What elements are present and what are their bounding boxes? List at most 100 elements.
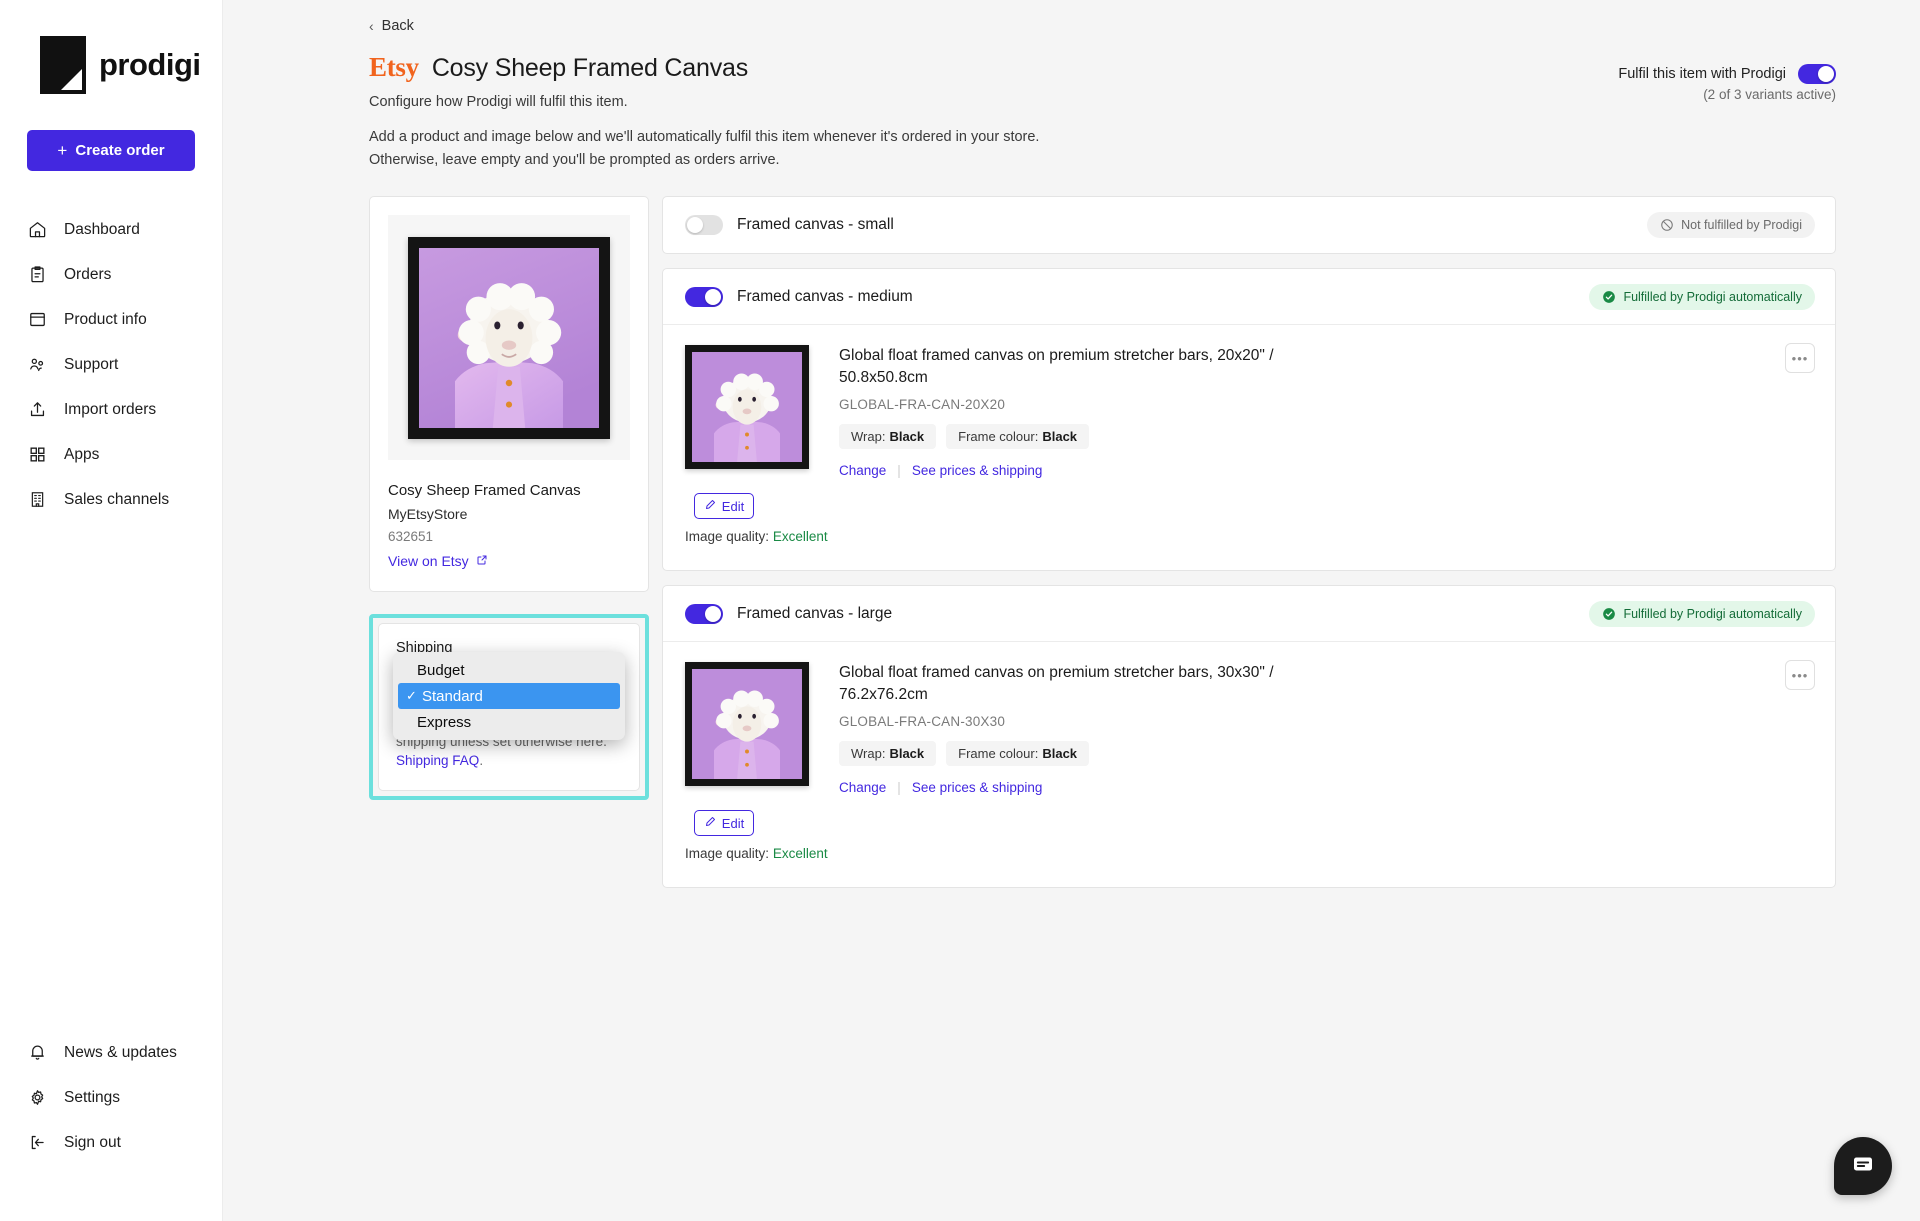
variant-name: Framed canvas - large xyxy=(737,604,893,622)
attribute-value: Black xyxy=(889,428,925,444)
sidebar-item-label: Product info xyxy=(64,310,147,328)
variant-toggle-small[interactable] xyxy=(685,215,723,236)
variant-thumbnail[interactable] xyxy=(685,345,809,470)
variant-toggle-large[interactable] xyxy=(685,603,723,624)
sidebar-item-apps[interactable]: Apps xyxy=(0,432,222,477)
status-badge-fulfilled: Fulfilled by Prodigi automatically xyxy=(1589,283,1815,310)
variant-overflow-menu-medium[interactable]: ••• xyxy=(1785,343,1815,374)
shipping-option-standard[interactable]: ✓ Standard xyxy=(398,683,620,710)
shipping-option-label: Express xyxy=(417,713,472,731)
sidebar-item-orders[interactable]: Orders xyxy=(0,252,222,297)
back-label: Back xyxy=(381,18,414,34)
attribute-frame-colour: Frame colour: Black xyxy=(946,423,1090,449)
sidebar-item-label: Support xyxy=(64,355,119,373)
sidebar-item-support[interactable]: Support xyxy=(0,342,222,387)
variant-product-title: Global float framed canvas on premium st… xyxy=(839,664,1274,703)
shipping-dropdown-menu[interactable]: Budget ✓ Standard Express xyxy=(393,652,625,741)
image-quality-medium: Image quality: Excellent xyxy=(685,529,828,545)
variant-body: Edit Image quality: Excellent Global flo… xyxy=(663,325,1835,570)
product-image-box xyxy=(388,215,630,461)
sidebar-item-sign-out[interactable]: Sign out xyxy=(0,1120,222,1165)
sheep-artwork xyxy=(419,247,599,428)
plus-icon: + xyxy=(57,141,68,160)
link-separator: | xyxy=(897,462,901,478)
variant-thumbnail[interactable] xyxy=(685,662,809,787)
building-icon xyxy=(27,490,47,510)
sidebar-item-label: News & updates xyxy=(64,1043,177,1061)
sidebar-item-news-updates[interactable]: News & updates xyxy=(0,1030,222,1075)
chat-icon xyxy=(1851,1152,1875,1181)
sidebar-item-label: Sales channels xyxy=(64,490,170,508)
create-order-button[interactable]: + Create order xyxy=(27,130,195,171)
variant-overflow-menu-large[interactable]: ••• xyxy=(1785,660,1815,691)
variant-info: Global float framed canvas on premium st… xyxy=(817,662,1813,861)
sidebar-item-sales-channels[interactable]: Sales channels xyxy=(0,477,222,522)
back-button[interactable]: ‹ Back xyxy=(369,18,414,34)
attribute-key: Frame colour: xyxy=(958,745,1039,761)
see-prices-shipping-link-medium[interactable]: See prices & shipping xyxy=(912,463,1043,478)
edit-image-button-medium[interactable]: Edit xyxy=(694,493,754,520)
status-badge-label: Fulfilled by Prodigi automatically xyxy=(1623,289,1802,304)
shipping-option-budget[interactable]: Budget xyxy=(393,657,625,683)
sidebar-item-import-orders[interactable]: Import orders xyxy=(0,387,222,432)
shipping-faq-link[interactable]: Shipping FAQ xyxy=(396,753,479,768)
change-product-link-medium[interactable]: Change xyxy=(839,463,886,478)
page-title-row: Etsy Cosy Sheep Framed Canvas xyxy=(369,52,1836,83)
people-icon xyxy=(27,355,47,375)
change-product-link-large[interactable]: Change xyxy=(839,780,886,795)
sidebar-item-label: Apps xyxy=(64,445,100,463)
status-badge-fulfilled: Fulfilled by Prodigi automatically xyxy=(1589,600,1815,627)
variant-card-medium: Framed canvas - medium Fulfilled by Prod… xyxy=(662,268,1836,572)
archive-icon xyxy=(27,310,47,330)
sign-out-icon xyxy=(27,1133,47,1153)
chat-support-button[interactable] xyxy=(1834,1137,1892,1195)
app-root: prodigi + Create order Dashboard Orders xyxy=(0,0,1920,1221)
sidebar-item-settings[interactable]: Settings xyxy=(0,1075,222,1120)
image-quality-label: Image quality: xyxy=(685,846,770,862)
bell-icon xyxy=(27,1043,47,1063)
sidebar-item-label: Dashboard xyxy=(64,220,140,238)
shipping-option-express[interactable]: Express xyxy=(393,709,625,735)
image-quality-label: Image quality: xyxy=(685,529,770,545)
product-id: 632651 xyxy=(388,529,434,545)
page-content: ‹ Back Etsy Cosy Sheep Framed Canvas Con… xyxy=(223,0,1920,902)
external-link-icon xyxy=(476,553,488,569)
shipping-highlight-frame: Shipping Standard All Etsy products use … xyxy=(369,614,649,800)
sidebar-item-label: Import orders xyxy=(64,400,157,418)
image-quality-large: Image quality: Excellent xyxy=(685,846,828,862)
variant-product-title: Global float framed canvas on premium st… xyxy=(839,347,1274,386)
attribute-wrap: Wrap: Black xyxy=(839,423,937,449)
sidebar-item-dashboard[interactable]: Dashboard xyxy=(0,207,222,252)
see-prices-shipping-link-large[interactable]: See prices & shipping xyxy=(912,780,1043,795)
variant-attributes: Wrap: Black Frame colour: Black xyxy=(839,423,1813,449)
sidebar-item-label: Settings xyxy=(64,1088,121,1106)
no-entry-icon xyxy=(1660,218,1674,232)
page-subtitle: Configure how Prodigi will fulfil this i… xyxy=(369,94,628,110)
edit-pencil-icon xyxy=(704,816,716,831)
sidebar-item-product-info[interactable]: Product info xyxy=(0,297,222,342)
brand-logo[interactable]: prodigi xyxy=(0,0,222,94)
content-columns: Cosy Sheep Framed Canvas MyEtsyStore 632… xyxy=(369,196,1836,902)
status-badge-not-fulfilled: Not fulfilled by Prodigi xyxy=(1647,212,1815,239)
view-on-etsy-link[interactable]: View on Etsy xyxy=(388,553,488,569)
status-badge-label: Not fulfilled by Prodigi xyxy=(1681,218,1802,233)
more-options-icon: ••• xyxy=(1791,667,1809,683)
variant-header: Framed canvas - large Fulfilled by Prodi… xyxy=(663,586,1835,643)
product-store: MyEtsyStore xyxy=(388,506,468,523)
page-description-line1: Add a product and image below and we'll … xyxy=(369,129,1040,145)
sidebar-item-label: Sign out xyxy=(64,1133,121,1151)
product-card: Cosy Sheep Framed Canvas MyEtsyStore 632… xyxy=(369,196,649,593)
page-description-line2: Otherwise, leave empty and you'll be pro… xyxy=(369,151,780,168)
variant-toggle-medium[interactable] xyxy=(685,286,723,307)
attribute-key: Frame colour: xyxy=(958,428,1039,444)
sheep-artwork-thumb xyxy=(692,352,802,463)
fulfil-item-toggle[interactable] xyxy=(1798,64,1836,84)
shipping-card: Shipping Standard All Etsy products use … xyxy=(378,623,640,791)
variant-thumb-column: Edit Image quality: Excellent xyxy=(685,345,828,545)
create-order-label: Create order xyxy=(75,142,165,159)
grid-icon xyxy=(27,445,47,465)
edit-image-button-large[interactable]: Edit xyxy=(694,810,754,837)
attribute-value: Black xyxy=(1042,745,1078,761)
variant-thumb-column: Edit Image quality: Excellent xyxy=(685,662,828,862)
product-name: Cosy Sheep Framed Canvas xyxy=(388,482,581,500)
